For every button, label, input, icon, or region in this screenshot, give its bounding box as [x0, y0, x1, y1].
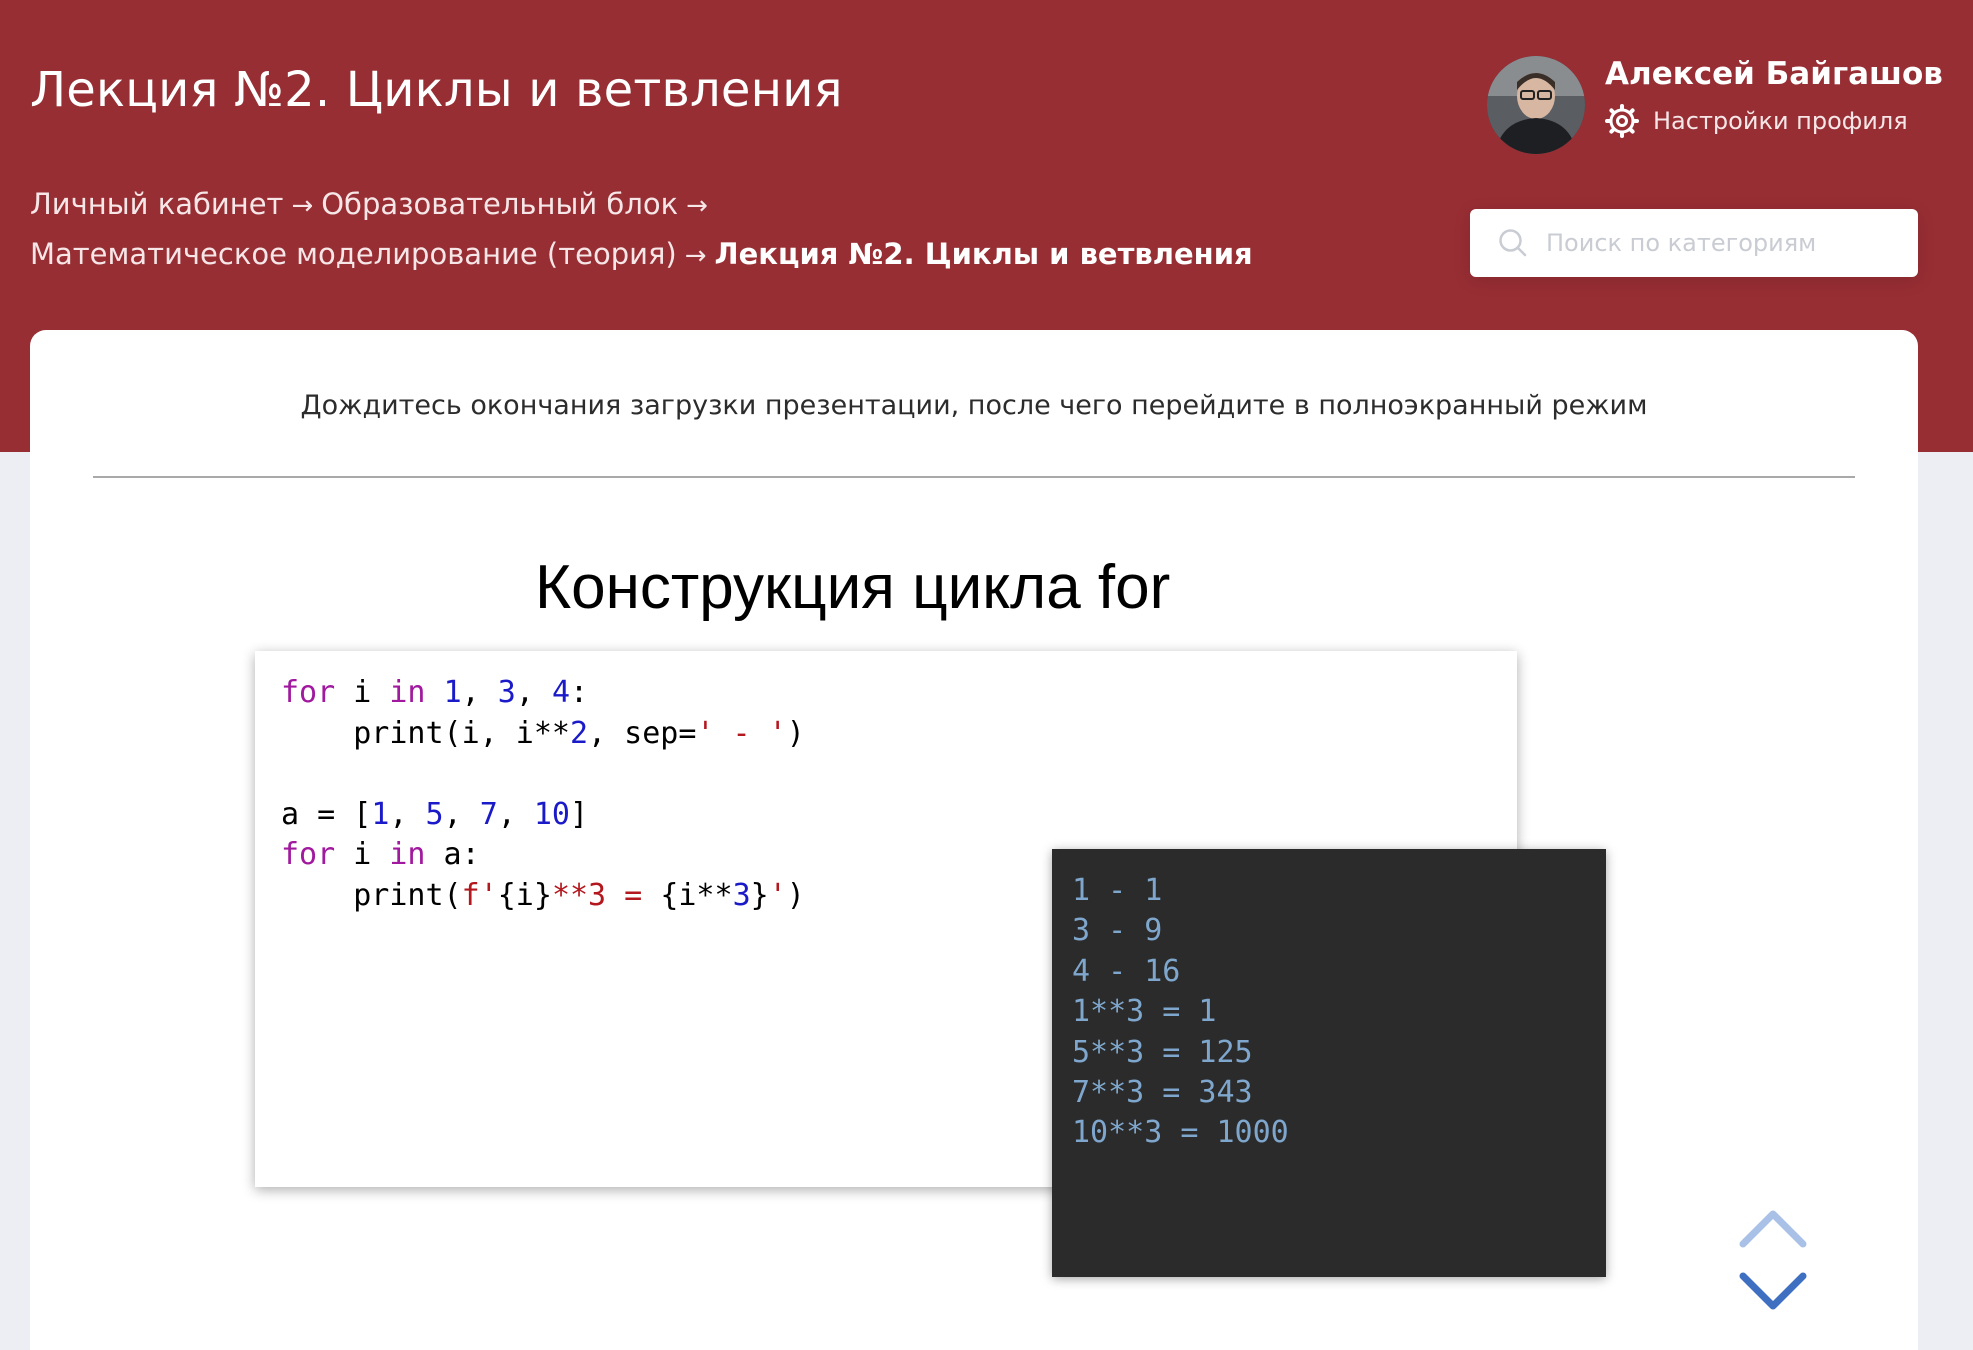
output-line: 7**3 = 343: [1072, 1075, 1253, 1111]
search-box: [1470, 209, 1918, 277]
output-line: 1**3 = 1: [1072, 994, 1217, 1030]
breadcrumb-arrow-icon: →: [686, 191, 708, 221]
page-title: Лекция №2. Циклы и ветвления: [30, 62, 843, 118]
output-terminal: 1 - 1 3 - 9 4 - 16 1**3 = 1 5**3 = 125 7**3 =…: [1052, 849, 1606, 1277]
code-block: for i in 1, 3, 4: print(i, i**2, sep=' -…: [281, 673, 805, 917]
content-card: Дождитесь окончания загрузки презентации…: [30, 330, 1918, 1350]
breadcrumb: Личный кабинет → Образовательный блок → Мат…: [30, 180, 1330, 280]
gear-icon: [1605, 104, 1639, 138]
profile-settings-label: Настройки профиля: [1653, 107, 1908, 135]
code-line: print(f'{i}**3 = {i**3}'): [281, 877, 805, 913]
divider: [93, 476, 1855, 478]
profile-settings-link[interactable]: Настройки профиля: [1605, 104, 1908, 138]
breadcrumb-link-course[interactable]: Математическое моделирование (теория): [30, 237, 677, 271]
breadcrumb-current: Лекция №2. Циклы и ветвления: [714, 237, 1253, 271]
output-line: 5**3 = 125: [1072, 1034, 1253, 1070]
avatar[interactable]: [1487, 56, 1585, 154]
code-line: for i in 1, 3, 4:: [281, 675, 589, 710]
search-icon: [1499, 229, 1527, 257]
breadcrumb-arrow-icon: →: [684, 241, 707, 271]
output-line: 4 - 16: [1072, 953, 1181, 989]
breadcrumb-arrow-icon: →: [291, 191, 314, 221]
output-line: 3 - 9: [1072, 913, 1163, 949]
code-line: a = [1, 5, 7, 10]: [281, 796, 589, 832]
output-line: 10**3 = 1000: [1072, 1115, 1289, 1151]
slide-title: Конструкция цикла for: [535, 553, 1171, 622]
chevron-down-icon[interactable]: [1738, 1270, 1808, 1314]
loading-notice: Дождитесь окончания загрузки презентации…: [300, 390, 1648, 421]
breadcrumb-link-account[interactable]: Личный кабинет: [30, 187, 283, 221]
output-line: 1 - 1: [1072, 873, 1163, 908]
chevron-up-icon[interactable]: [1738, 1206, 1808, 1250]
code-line: print(i, i**2, sep=' - '): [281, 715, 805, 751]
search-input[interactable]: [1546, 229, 1906, 257]
code-line: for i in a:: [281, 837, 480, 873]
breadcrumb-link-education[interactable]: Образовательный блок: [321, 187, 678, 221]
terminal-output: 1 - 1 3 - 9 4 - 16 1**3 = 1 5**3 = 125 7**3 =…: [1072, 871, 1289, 1154]
user-name[interactable]: Алексей Байгашов: [1605, 56, 1943, 92]
user-avatar-photo-icon: [1487, 56, 1585, 154]
